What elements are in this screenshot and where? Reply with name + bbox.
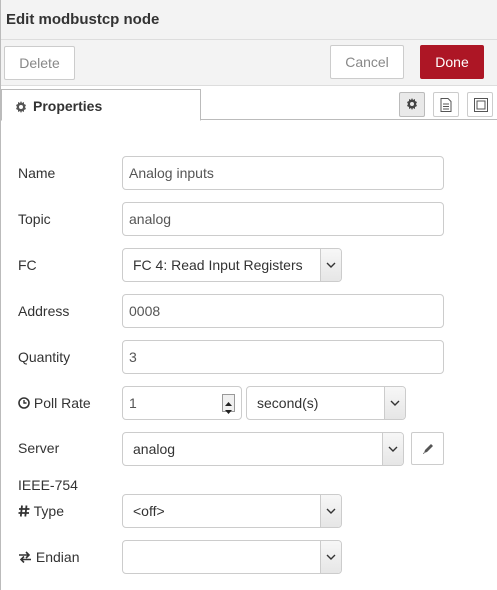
ieee-754-label: IEEE-754 bbox=[18, 477, 78, 493]
poll-rate-value: 1 bbox=[129, 395, 137, 411]
chevron-down-icon bbox=[382, 433, 403, 465]
type-label: Type bbox=[18, 503, 64, 519]
hash-icon bbox=[18, 505, 30, 517]
topic-label: Topic bbox=[18, 211, 51, 227]
tray-title: Edit modbustcp node bbox=[6, 11, 160, 28]
cancel-button[interactable]: Cancel bbox=[330, 45, 404, 79]
chevron-down-icon bbox=[320, 249, 341, 281]
spinner-icon[interactable] bbox=[222, 394, 235, 414]
endian-label-text: Endian bbox=[35, 549, 80, 565]
server-select[interactable]: analog bbox=[122, 432, 404, 466]
tab-bar: Properties bbox=[1, 87, 497, 121]
edit-server-button[interactable] bbox=[411, 432, 444, 465]
fc-select-value: FC 4: Read Input Registers bbox=[133, 257, 303, 273]
tab-label: Properties bbox=[33, 98, 103, 114]
tab-properties[interactable]: Properties bbox=[1, 89, 201, 121]
tray-header: Edit modbustcp node bbox=[1, 0, 497, 40]
quantity-input[interactable]: 3 bbox=[122, 340, 444, 374]
button-bar: Delete Cancel Done bbox=[1, 40, 497, 86]
chevron-down-icon bbox=[320, 541, 341, 573]
type-select[interactable]: <off> bbox=[122, 494, 342, 528]
document-icon bbox=[440, 98, 452, 112]
frame-icon bbox=[474, 98, 488, 112]
poll-rate-label-text: Poll Rate bbox=[33, 395, 91, 411]
poll-rate-unit-value: second(s) bbox=[257, 395, 319, 411]
gear-icon bbox=[15, 100, 27, 116]
quantity-label: Quantity bbox=[18, 349, 71, 365]
chevron-down-icon bbox=[384, 387, 405, 419]
name-input[interactable]: Analog inputs bbox=[122, 156, 444, 190]
endian-select[interactable] bbox=[122, 540, 342, 574]
fc-label: FC bbox=[18, 257, 37, 273]
done-button[interactable]: Done bbox=[420, 45, 484, 79]
poll-rate-label: Poll Rate bbox=[18, 395, 91, 411]
address-label: Address bbox=[18, 303, 70, 319]
description-tab-button[interactable] bbox=[433, 92, 459, 117]
edit-node-tray: Edit modbustcp node Delete Cancel Done P… bbox=[0, 0, 497, 590]
chevron-down-icon bbox=[320, 495, 341, 527]
delete-button[interactable]: Delete bbox=[4, 46, 75, 80]
exchange-icon bbox=[19, 551, 31, 564]
pencil-icon bbox=[423, 444, 433, 454]
endian-label: Endian bbox=[18, 549, 79, 565]
server-label: Server bbox=[18, 440, 60, 456]
server-select-value: analog bbox=[133, 441, 176, 457]
fc-select[interactable]: FC 4: Read Input Registers bbox=[122, 248, 342, 282]
poll-rate-input[interactable]: 1 bbox=[122, 386, 242, 420]
name-label: Name bbox=[18, 165, 56, 181]
clock-icon bbox=[18, 397, 30, 409]
gear-icon bbox=[407, 98, 417, 110]
topic-input[interactable]: analog bbox=[122, 202, 444, 236]
settings-tab-button[interactable] bbox=[399, 92, 425, 117]
type-label-text: Type bbox=[33, 503, 64, 519]
appearance-tab-button[interactable] bbox=[467, 92, 493, 117]
address-input[interactable]: 0008 bbox=[122, 294, 444, 328]
poll-rate-unit-select[interactable]: second(s) bbox=[246, 386, 406, 420]
type-select-value: <off> bbox=[133, 503, 165, 519]
